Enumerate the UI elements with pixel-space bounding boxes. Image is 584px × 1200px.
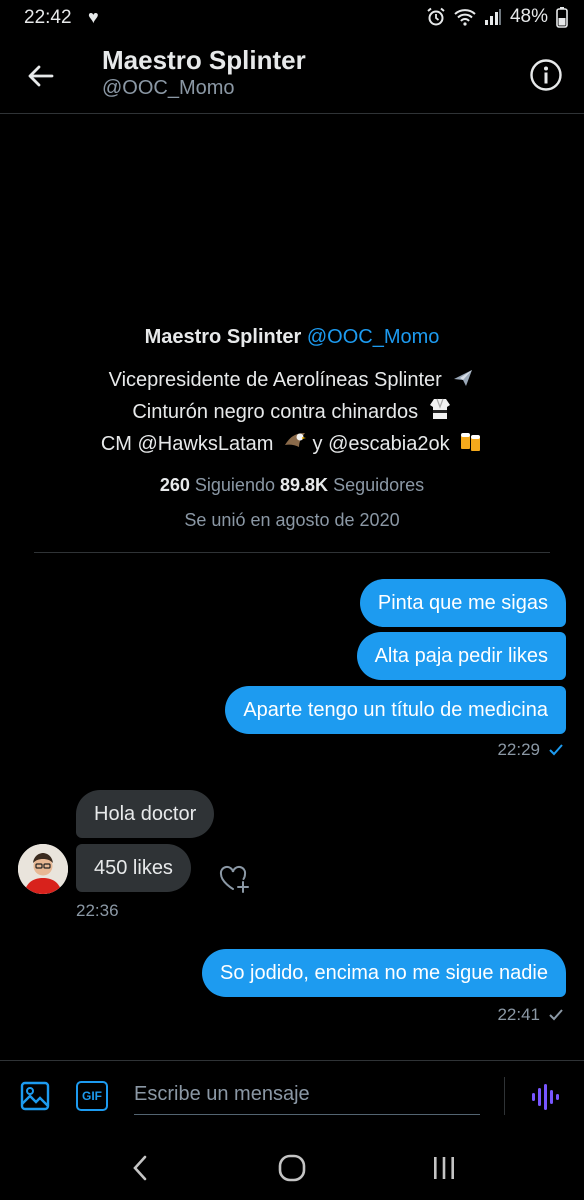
profile-name-line: Maestro Splinter @OOC_Momo <box>0 322 584 352</box>
following-label: Siguiendo <box>194 475 275 495</box>
check-icon <box>549 744 563 756</box>
bio-line-2: Cinturón negro contra chinardos <box>0 396 584 428</box>
message-time: 22:36 <box>76 901 119 920</box>
message-bubble[interactable]: Alta paja pedir likes <box>356 632 566 680</box>
eagle-emoji <box>284 433 306 447</box>
header-name[interactable]: Maestro Splinter <box>102 45 306 76</box>
avatar-image <box>18 844 68 894</box>
message-bubble[interactable]: Hola doctor <box>76 790 215 838</box>
nav-recents-button[interactable] <box>424 1148 464 1188</box>
battery-percent: 48% <box>509 6 548 27</box>
signal-icon <box>484 9 501 25</box>
voice-message-button[interactable] <box>526 1079 562 1115</box>
gif-button[interactable]: GIF <box>76 1081 108 1111</box>
message-bubble[interactable]: Pinta que me sigas <box>359 579 566 627</box>
image-icon <box>20 1081 50 1111</box>
joined-date: Se unió en agosto de 2020 <box>184 510 400 530</box>
status-bar: 22:42 ♥ 48% <box>0 0 584 36</box>
nav-home-button[interactable] <box>272 1148 312 1188</box>
following-count: 260 <box>159 475 190 495</box>
alarm-icon <box>427 7 445 26</box>
add-image-button[interactable] <box>18 1079 52 1113</box>
bio-line-1-text: Vicepresidente de Aerolíneas Splinter <box>108 369 442 391</box>
message-bubble[interactable]: So jodido, encima no me sigue nadie <box>202 949 566 997</box>
check-icon <box>549 1009 563 1021</box>
profile-handle: @OOC_Momo <box>306 326 440 348</box>
message-time: 22:29 <box>497 740 540 759</box>
composer-divider <box>504 1077 505 1115</box>
profile-stats: 260 Siguiendo 89.8K Seguidores <box>0 470 584 500</box>
bio-line-3-text-a: CM @HawksLatam <box>100 433 274 455</box>
followers-label: Seguidores <box>333 475 425 495</box>
heart-notification-icon: ♥ <box>88 7 99 27</box>
status-time: 22:42 <box>24 7 72 28</box>
profile-bio: Vicepresidente de Aerolíneas Splinter Ci… <box>0 364 584 460</box>
info-button[interactable] <box>526 55 566 95</box>
bio-line-2-text: Cinturón negro contra chinardos <box>132 401 419 423</box>
avatar[interactable] <box>18 844 68 894</box>
info-icon <box>530 59 562 91</box>
message-time: 22:41 <box>497 1005 540 1024</box>
back-button[interactable] <box>18 54 62 98</box>
profile-divider <box>34 552 550 553</box>
gi-emoji <box>429 398 450 419</box>
message-input[interactable] <box>134 1075 480 1115</box>
back-arrow-icon <box>28 65 54 87</box>
message-meta: 22:29 <box>497 740 564 760</box>
wifi-icon <box>454 9 476 26</box>
heart-plus-icon <box>219 865 249 893</box>
nav-back-button[interactable] <box>120 1148 160 1188</box>
message-bubble[interactable]: Aparte tengo un título de medicina <box>225 686 566 734</box>
nav-recents-icon <box>434 1157 454 1179</box>
system-nav-bar <box>0 1134 584 1200</box>
bio-line-3-text-b: y @escabia2ok <box>312 433 450 455</box>
add-reaction-button[interactable] <box>216 860 252 896</box>
message-meta: 22:36 <box>76 901 119 921</box>
bio-line-1: Vicepresidente de Aerolíneas Splinter <box>0 364 584 396</box>
nav-back-icon <box>133 1155 147 1181</box>
profile-summary[interactable]: Maestro Splinter @OOC_Momo Vicepresident… <box>0 322 584 531</box>
voice-wave-icon <box>532 1084 559 1110</box>
message-bubble[interactable]: 450 likes <box>76 844 191 892</box>
message-composer: GIF <box>0 1060 584 1132</box>
status-right: 48% <box>426 6 568 28</box>
nav-home-icon <box>278 1154 306 1182</box>
conversation-header: Maestro Splinter @OOC_Momo <box>0 36 584 114</box>
profile-name: Maestro Splinter <box>144 326 302 348</box>
battery-icon <box>556 7 568 28</box>
followers-count: 89.8K <box>280 475 329 495</box>
airplane-emoji <box>454 370 473 386</box>
header-handle[interactable]: @OOC_Momo <box>102 77 235 100</box>
bio-line-3: CM @HawksLatam y @escabia2ok <box>0 428 584 460</box>
beer-emoji <box>461 433 481 451</box>
message-meta: 22:41 <box>497 1005 564 1025</box>
